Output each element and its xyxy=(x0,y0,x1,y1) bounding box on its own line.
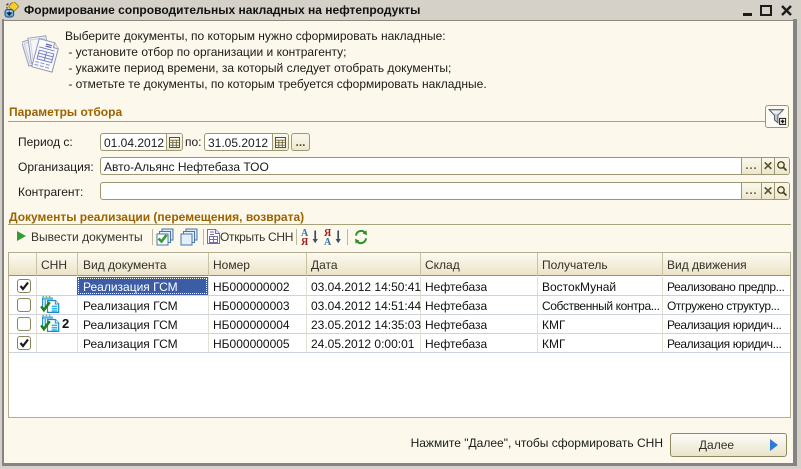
svg-text:А: А xyxy=(324,237,332,246)
svg-text:Я: Я xyxy=(301,237,309,246)
